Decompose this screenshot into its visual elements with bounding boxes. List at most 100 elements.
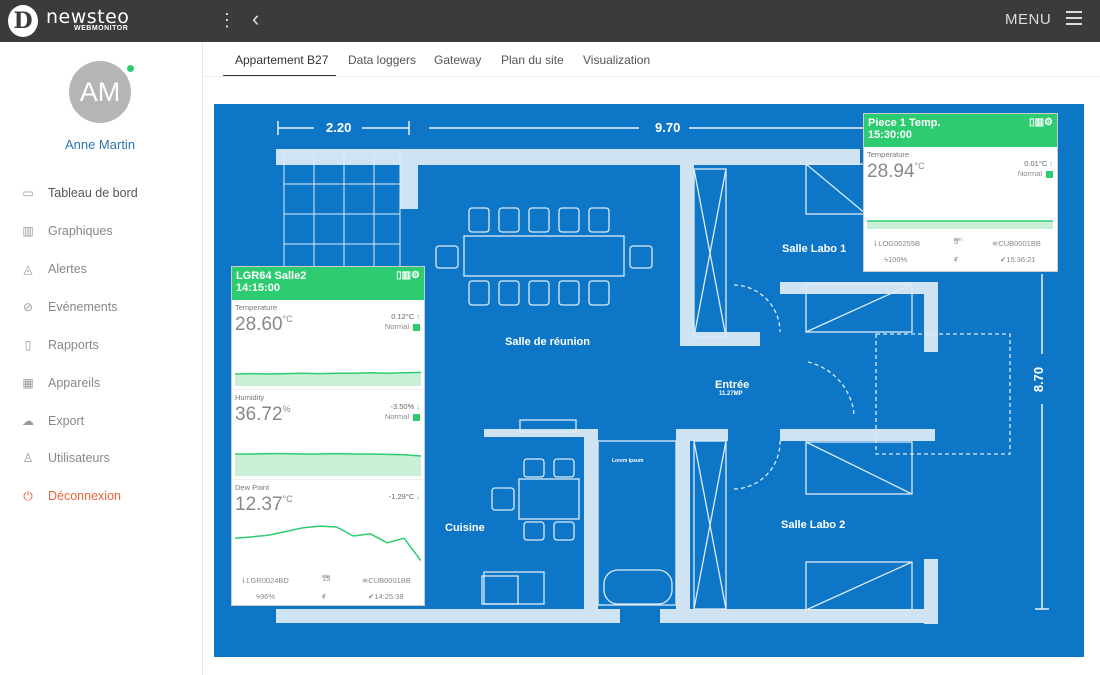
footer-logger: ⇂ LOG00255B — [872, 239, 920, 248]
sidebar-item-utilisateurs[interactable]: ♙ Utilisateurs — [20, 448, 200, 470]
sidebar-item-export[interactable]: ☁ Export — [20, 411, 200, 433]
sensor-card-lgr64[interactable]: LGR64 Salle2 14:15:00 ▯▥⚙ Temperature 28… — [231, 266, 425, 606]
sidebar-item-label: Utilisateurs — [48, 451, 110, 465]
more-options-icon[interactable]: ⋮ — [218, 10, 236, 30]
metric-name: Temperature — [235, 303, 278, 312]
temperature-sparkline — [235, 371, 421, 386]
metric-name: Dew Point — [235, 483, 270, 492]
footer-count: 7 ▪ — [322, 592, 327, 601]
metric-temperature: Temperature 28.60°C 0.12°C ↑ Normal — [232, 300, 424, 390]
bell-icon: ◬ — [23, 262, 33, 276]
footer-gateway: ≋ CUB0001BB — [362, 576, 411, 585]
sensor-card-header: LGR64 Salle2 14:15:00 ▯▥⚙ — [232, 267, 424, 300]
bar-chart-icon: ▥ — [22, 224, 34, 238]
hamburger-menu-icon[interactable] — [1066, 11, 1082, 25]
sparkline-area — [235, 453, 421, 476]
sidebar-item-evenements[interactable]: ⊘ Evénements — [20, 297, 200, 319]
sidebar-item-appareils[interactable]: ▦ Appareils — [20, 373, 200, 395]
back-chevron-icon[interactable]: ‹ — [252, 7, 272, 33]
room-label-entry[interactable]: Entrée — [715, 379, 749, 391]
sensor-card-footer: ⇂ LOG00255B 5 min ≋ CUB0001BB ϟ 100% 7 ▪ … — [864, 235, 1057, 269]
paperclip-icon: ⊘ — [22, 300, 34, 314]
grid-icon: ▦ — [22, 376, 34, 390]
logo-mark: D — [8, 5, 38, 37]
tab-data-loggers[interactable]: Data loggers — [348, 47, 416, 77]
sensor-card-time: 15:30:00 — [868, 129, 913, 141]
metric-dew-point: Dew Point 12.37°C -1.29°C ↓ — [232, 480, 424, 570]
metric-delta: -3.50% ↓ — [390, 402, 420, 411]
chart-icon[interactable]: ▥ — [1035, 117, 1044, 128]
humidity-sparkline — [235, 452, 421, 476]
power-icon: ⏻ — [23, 489, 33, 503]
metric-temperature: Temperature 28.94°C 0.01°C ↑ Normal — [864, 147, 1057, 235]
sensor-card-title: LGR64 Salle2 — [236, 270, 307, 282]
metric-delta: -1.29°C ↓ — [388, 492, 420, 501]
gear-icon[interactable]: ⚙ — [1044, 117, 1053, 128]
metric-status: Normal — [385, 322, 420, 331]
sidebar-item-label: Export — [48, 414, 85, 428]
metric-value: 28.60°C — [235, 314, 293, 335]
footer-interval: 15 min — [322, 574, 331, 583]
tab-divider — [203, 76, 1100, 77]
sensor-card-title: Piece 1 Temp. — [868, 117, 941, 129]
metric-status: Normal — [385, 412, 420, 421]
tab-gateway[interactable]: Gateway — [434, 47, 481, 77]
online-status-dot — [127, 65, 134, 72]
tab-plan-du-site[interactable]: Plan du site — [501, 47, 564, 77]
sidebar-item-label: Tableau de bord — [48, 186, 138, 200]
tab-visualization[interactable]: Visualization — [583, 47, 650, 77]
footer-battery: ϟ 96% — [256, 592, 275, 601]
sidebar-item-label: Alertes — [48, 262, 87, 276]
card-action-icons[interactable]: ▯▥⚙ — [396, 270, 420, 281]
sensor-card-piece1[interactable]: Piece 1 Temp. 15:30:00 ▯▥⚙ Temperature 2… — [863, 113, 1058, 272]
sparkline-line — [235, 371, 421, 375]
sidebar-item-label: Graphiques — [48, 224, 113, 238]
document-icon: ▯ — [24, 338, 32, 352]
sidebar-item-deconnexion[interactable]: ⏻ Déconnexion — [20, 486, 200, 508]
sidebar: AM Anne Martin ▭ Tableau de bord ▥ Graph… — [0, 42, 203, 675]
avatar[interactable]: AM — [69, 61, 131, 123]
room-label-kitchen[interactable]: Cuisine — [445, 522, 485, 534]
metric-delta: 0.01°C ↑ — [1024, 159, 1053, 168]
room-label-entry-sub: 11.27MP — [719, 391, 743, 397]
metric-delta: 0.12°C ↑ — [391, 312, 420, 321]
metric-value: 12.37°C — [235, 494, 293, 515]
card-action-icons[interactable]: ▯▥⚙ — [1029, 117, 1053, 128]
dew-point-sparkline — [235, 525, 421, 562]
logo-subtitle: WEBMONITOR — [74, 25, 129, 32]
gear-icon[interactable]: ⚙ — [411, 270, 420, 281]
room-label-lab1[interactable]: Salle Labo 1 — [782, 243, 846, 255]
tab-appartement-b27[interactable]: Appartement B27 — [223, 47, 336, 77]
sidebar-item-alertes[interactable]: ◬ Alertes — [20, 259, 200, 281]
menu-label[interactable]: MENU — [1005, 11, 1051, 28]
sidebar-item-rapports[interactable]: ▯ Rapports — [20, 335, 200, 357]
sparkline-line — [235, 525, 421, 562]
room-label-lab2[interactable]: Salle Labo 2 — [781, 519, 845, 531]
sidebar-item-graphiques[interactable]: ▥ Graphiques — [20, 221, 200, 243]
user-name[interactable]: Anne Martin — [0, 137, 200, 152]
footer-interval: 5 min — [954, 237, 963, 246]
arrow-icon: ↓ — [416, 492, 420, 501]
footer-gateway: ≋ CUB0001BB — [992, 239, 1041, 248]
arrow-icon: ↑ — [416, 312, 420, 321]
room-label-meeting[interactable]: Salle de réunion — [505, 336, 590, 348]
dimension-width-left: 2.20 — [326, 120, 352, 135]
newsteo-logo[interactable]: D newsteo WEBMONITOR — [8, 5, 208, 39]
sensor-card-time: 14:15:00 — [236, 282, 281, 294]
sidebar-item-label: Appareils — [48, 376, 101, 390]
footer-logger: ⇂ LGR0024BD — [240, 576, 289, 585]
sidebar-item-tableau-de-bord[interactable]: ▭ Tableau de bord — [20, 183, 200, 205]
metric-name: Humidity — [235, 393, 265, 402]
metric-status: Normal — [1018, 169, 1053, 178]
room-label-small: Lorem Ipsum — [612, 458, 644, 464]
sidebar-item-label: Evénements — [48, 300, 118, 314]
sensor-card-footer: ⇂ LGR0024BD 15 min ≋ CUB0001BB ϟ 96% 7 ▪ … — [232, 572, 424, 608]
metric-value: 36.72% — [235, 404, 291, 425]
status-square-icon — [413, 323, 420, 331]
metric-name: Temperature — [867, 150, 910, 159]
sparkline-area — [867, 221, 1053, 229]
footer-last-update: ✔ 14:25:38 — [368, 592, 404, 601]
user-icon: ♙ — [22, 451, 34, 465]
footer-battery: ϟ 100% — [884, 255, 908, 264]
chart-icon[interactable]: ▥ — [402, 270, 411, 281]
